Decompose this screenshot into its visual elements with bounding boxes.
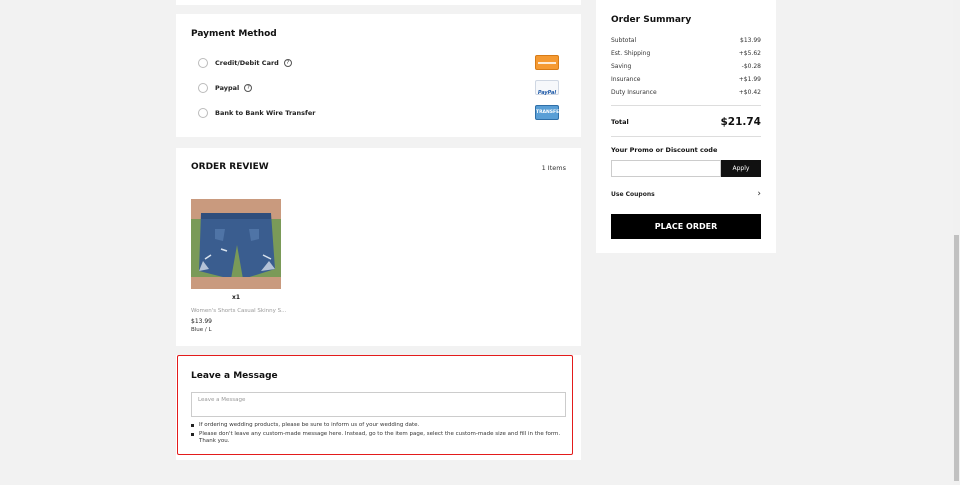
order-review-card: ORDER REVIEW 1 Items x1 Women's Shorts C…: [176, 148, 581, 346]
product-variant: Blue / L: [191, 327, 212, 333]
summary-divider: [611, 136, 761, 137]
chevron-right-icon: ›: [757, 189, 761, 199]
order-review-title: ORDER REVIEW: [191, 162, 269, 172]
payment-method-title: Payment Method: [191, 29, 277, 39]
payment-option-wire-transfer[interactable]: Bank to Bank Wire Transfer: [198, 106, 315, 120]
use-coupons-row[interactable]: Use Coupons ›: [611, 189, 761, 199]
previous-section-card: [176, 0, 581, 5]
product-name[interactable]: Women's Shorts Casual Skinny S...: [191, 308, 286, 314]
radio-credit-card[interactable]: [198, 58, 208, 68]
help-icon[interactable]: ?: [283, 59, 292, 67]
summary-row-subtotal: Subtotal $13.99: [611, 37, 761, 44]
summary-label: Saving: [611, 63, 632, 70]
help-icon[interactable]: ?: [244, 84, 253, 92]
use-coupons-label: Use Coupons: [611, 190, 655, 198]
summary-row-total: Total $21.74: [611, 116, 761, 128]
payment-option-label: Paypal: [215, 84, 240, 92]
summary-label: Subtotal: [611, 37, 637, 44]
summary-value: +$5.62: [738, 50, 761, 57]
total-value: $21.74: [720, 116, 761, 128]
summary-row-duty-insurance: Duty Insurance +$0.42: [611, 89, 761, 96]
promo-code-label: Your Promo or Discount code: [611, 146, 718, 154]
summary-divider: [611, 105, 761, 106]
apply-promo-button[interactable]: Apply: [721, 160, 761, 177]
summary-value: $13.99: [740, 37, 761, 44]
summary-label: Duty Insurance: [611, 89, 657, 96]
page-scrollbar[interactable]: [953, 0, 960, 485]
total-label: Total: [611, 118, 629, 126]
promo-code-input[interactable]: [611, 160, 721, 177]
place-order-button[interactable]: PLACE ORDER: [611, 214, 761, 239]
scrollbar-thumb[interactable]: [954, 235, 959, 481]
radio-paypal[interactable]: [198, 83, 208, 93]
summary-value: -$0.28: [741, 63, 761, 70]
summary-label: Insurance: [611, 76, 641, 83]
highlight-outline: [177, 355, 573, 455]
payment-option-label: Credit/Debit Card: [215, 59, 279, 67]
order-summary-title: Order Summary: [611, 15, 692, 25]
wire-transfer-logo-icon: TRANSFER: [535, 105, 563, 120]
payment-option-credit-card[interactable]: Credit/Debit Card ?: [198, 56, 292, 70]
summary-value: +$0.42: [738, 89, 761, 96]
payment-option-label: Bank to Bank Wire Transfer: [215, 109, 316, 117]
product-quantity: x1: [231, 294, 241, 301]
credit-card-logo-icon: [535, 55, 559, 70]
summary-row-shipping: Est. Shipping +$5.62: [611, 50, 761, 57]
summary-value: +$1.99: [738, 76, 761, 83]
paypal-logo-icon: PayPal: [535, 80, 559, 96]
summary-row-insurance: Insurance +$1.99: [611, 76, 761, 83]
order-summary-card: Order Summary Subtotal $13.99 Est. Shipp…: [596, 0, 776, 253]
radio-wire-transfer[interactable]: [198, 108, 208, 118]
product-image[interactable]: [191, 199, 281, 289]
product-price: $13.99: [191, 318, 212, 325]
payment-option-paypal[interactable]: Paypal ?: [198, 81, 253, 95]
item-count: 1 Items: [541, 164, 566, 172]
summary-row-saving: Saving -$0.28: [611, 63, 761, 70]
payment-method-card: Payment Method Credit/Debit Card ? Paypa…: [176, 14, 581, 137]
summary-label: Est. Shipping: [611, 50, 651, 57]
